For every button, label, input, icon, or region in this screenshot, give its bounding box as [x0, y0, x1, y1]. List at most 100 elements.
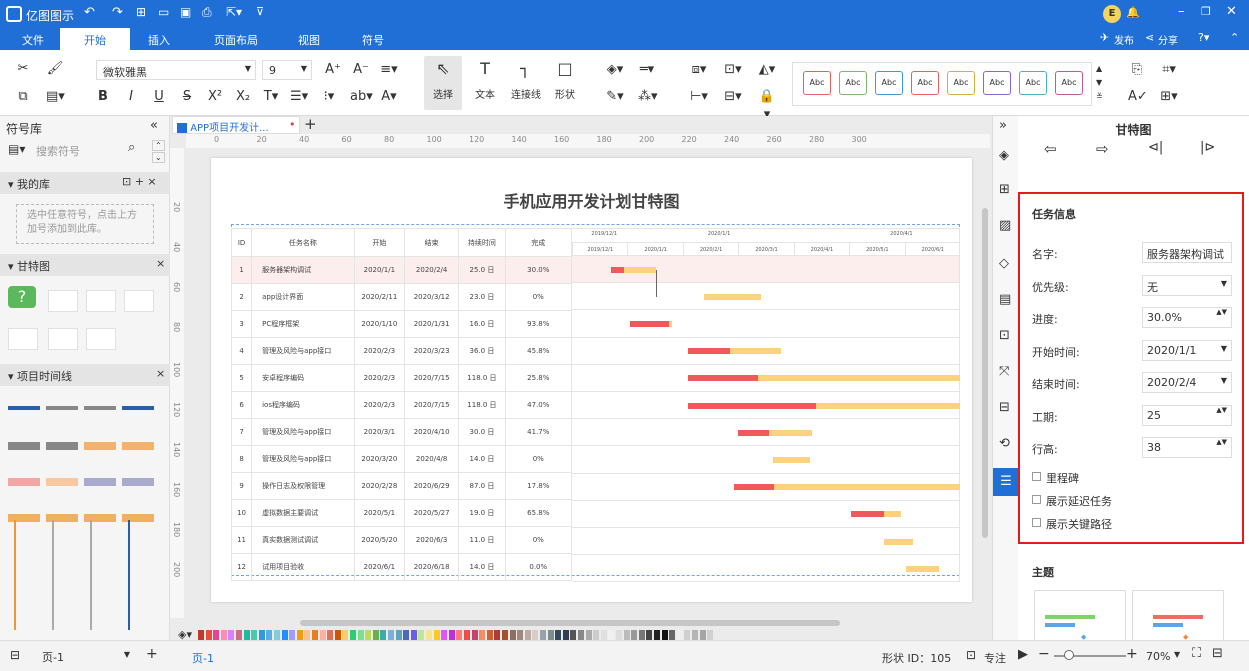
minimize-icon[interactable]: –: [1178, 4, 1185, 19]
timeline-symbol[interactable]: [46, 406, 78, 410]
document-tab[interactable]: APP项目开发计... •: [172, 116, 300, 134]
page-tab[interactable]: 页-1: [192, 650, 214, 666]
timeline-symbol[interactable]: [84, 478, 116, 486]
color-swatch[interactable]: [547, 630, 554, 640]
color-swatch[interactable]: [623, 630, 630, 640]
timeline-symbol[interactable]: [46, 442, 78, 450]
color-swatch[interactable]: [638, 630, 645, 640]
fit-icon[interactable]: ⤧: [999, 364, 1009, 379]
gantt-symbol[interactable]: [86, 290, 116, 312]
flip-icon[interactable]: ◭▾: [758, 61, 776, 79]
collapse-ribbon-icon[interactable]: ⌃: [1230, 31, 1239, 44]
line-spacing-icon[interactable]: ☰▾: [290, 88, 308, 106]
gantt-bar[interactable]: [772, 457, 810, 463]
horizontal-scrollbar[interactable]: [300, 620, 840, 626]
connector-tool-button[interactable]: ┐ 连接线: [506, 56, 546, 110]
table-row[interactable]: 12 试用项目验收 2020/6/1 2020/6/18 14.0 日 0.0%: [230, 553, 573, 581]
layers-icon[interactable]: ◇: [999, 256, 1009, 271]
color-swatch[interactable]: [486, 630, 493, 640]
avatar[interactable]: E: [1103, 5, 1121, 23]
timeline-section-header[interactable]: ▾ 项目时间线 ×: [0, 364, 170, 386]
color-swatch[interactable]: [220, 630, 227, 640]
focus-icon[interactable]: ⊡: [966, 648, 976, 662]
distribute-icon[interactable]: ⊟▾: [724, 88, 742, 106]
style-preset[interactable]: Abc: [1019, 71, 1047, 95]
my-library-header[interactable]: ▾ 我的库 ⊡ + ×: [0, 172, 170, 194]
font-color-icon[interactable]: A▾: [380, 88, 398, 106]
publish-icon[interactable]: ✈: [1100, 31, 1109, 44]
gantt-bar[interactable]: [703, 293, 761, 300]
scroll-up-icon[interactable]: ⌃: [152, 140, 165, 151]
gantt-symbol[interactable]: [48, 328, 78, 350]
zoom-slider-handle[interactable]: [1064, 650, 1074, 660]
timeline-symbol[interactable]: [8, 478, 40, 486]
color-swatch[interactable]: [395, 630, 402, 640]
color-swatch[interactable]: [555, 630, 562, 640]
line-style-icon[interactable]: ═▾: [638, 61, 656, 79]
color-swatch[interactable]: [654, 630, 660, 640]
focus-label[interactable]: 专注: [984, 650, 1006, 666]
color-swatch[interactable]: [410, 630, 417, 640]
timeline-symbol[interactable]: [46, 514, 78, 522]
color-swatch[interactable]: [426, 630, 432, 640]
color-swatch[interactable]: [448, 630, 455, 640]
table-row[interactable]: 2 app设计界面 2020/2/11 2020/3/12 23.0 日 0%: [230, 283, 573, 311]
color-swatch[interactable]: [418, 630, 425, 640]
color-swatch[interactable]: [342, 630, 349, 640]
crop-icon[interactable]: ⌗▾: [1160, 61, 1178, 79]
table-row[interactable]: 8 管理及风险与app接口 2020/3/20 2020/4/8 14.0 日 0%: [230, 445, 573, 473]
color-swatch[interactable]: [205, 630, 212, 640]
timeline-symbol[interactable]: [8, 514, 40, 522]
color-swatch[interactable]: [213, 630, 220, 640]
fullscreen-icon[interactable]: ⛶: [1192, 646, 1201, 661]
gantt-symbol[interactable]: [8, 328, 38, 350]
font-name-select[interactable]: 微软雅黑 ▼: [96, 60, 256, 80]
line-color-icon[interactable]: ✎▾: [606, 88, 624, 106]
shape-tool-button[interactable]: □ 形状: [548, 56, 582, 110]
timeline-symbol[interactable]: [90, 520, 92, 630]
color-swatch[interactable]: [312, 630, 318, 640]
timeline-symbol[interactable]: [8, 442, 40, 450]
tab-insert[interactable]: 插入: [148, 32, 170, 48]
history-icon[interactable]: ⟲: [999, 436, 1010, 451]
search-symbol-input[interactable]: 搜索符号: [34, 140, 126, 160]
color-swatch[interactable]: [540, 630, 546, 640]
tab-symbol[interactable]: 符号: [362, 32, 384, 48]
gantt-symbol[interactable]: [48, 290, 78, 312]
font-shrink-icon[interactable]: A⁻: [352, 61, 370, 79]
italic-icon[interactable]: I: [122, 88, 140, 106]
theme-thumbnail[interactable]: ◆: [1034, 590, 1126, 646]
color-swatch[interactable]: [524, 630, 531, 640]
tab-home[interactable]: 开始: [60, 28, 130, 50]
library-menu-icon[interactable]: ▤▾: [8, 142, 25, 156]
color-swatch[interactable]: [464, 630, 470, 640]
color-swatch[interactable]: [350, 630, 356, 640]
color-swatch[interactable]: [646, 630, 653, 640]
bullets-icon[interactable]: ⁝▾: [320, 88, 338, 106]
color-swatch[interactable]: [266, 630, 273, 640]
grid-icon[interactable]: ⊞: [999, 182, 1010, 197]
align-left-icon[interactable]: ⊢▾: [690, 88, 708, 106]
timeline-symbol[interactable]: [128, 520, 130, 630]
arrange-icon[interactable]: ⧈▾: [690, 61, 708, 79]
expand-panel-icon[interactable]: »: [999, 118, 1007, 133]
color-swatch[interactable]: [357, 630, 364, 640]
first-task-icon[interactable]: ⊲|: [1148, 140, 1163, 155]
color-swatch[interactable]: [600, 630, 607, 640]
print-icon[interactable]: ⎙: [202, 5, 212, 20]
timeline-symbol[interactable]: [52, 520, 54, 630]
fill-icon[interactable]: ◈▾: [606, 61, 624, 79]
fit-page-icon[interactable]: ⊟: [1212, 646, 1223, 661]
last-task-icon[interactable]: |⊳: [1200, 140, 1215, 155]
color-swatch[interactable]: [570, 630, 577, 640]
help-icon[interactable]: ?▾: [1198, 31, 1209, 44]
table-row[interactable]: 4 管理及风险与app接口 2020/2/3 2020/3/23 36.0 日 45.8%: [230, 337, 573, 365]
gallery-scroll-down-icon[interactable]: ▼: [1096, 78, 1102, 87]
page-view-icon[interactable]: ⊟: [10, 648, 20, 662]
indent-icon[interactable]: ⇨: [1096, 140, 1109, 158]
new-icon[interactable]: ⊞: [136, 5, 146, 19]
table-row[interactable]: 11 真实数据测试调试 2020/5/20 2020/6/3 11.0 日 0%: [230, 526, 573, 554]
strikethrough-icon[interactable]: S: [178, 88, 196, 106]
quick-access-icon[interactable]: ⊽: [256, 5, 264, 18]
color-swatch[interactable]: [562, 630, 569, 640]
